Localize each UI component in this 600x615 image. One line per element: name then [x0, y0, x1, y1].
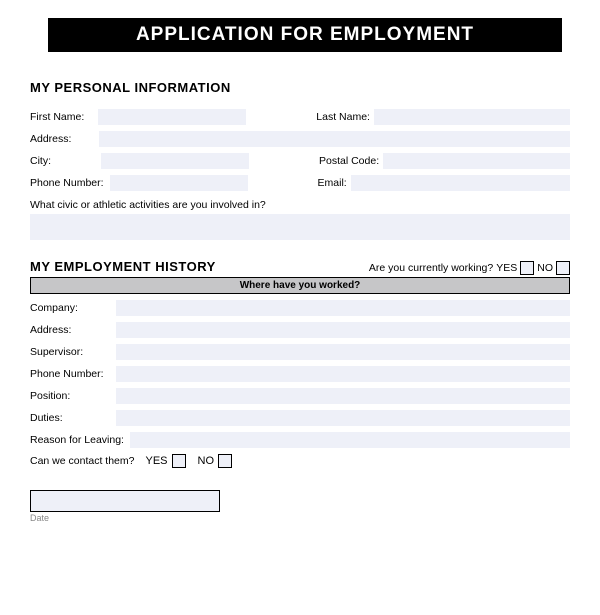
reason-row: Reason for Leaving: [30, 432, 570, 448]
first-name-input[interactable] [98, 109, 246, 125]
date-block: Date [30, 490, 570, 523]
phone-input[interactable] [110, 175, 248, 191]
position-input[interactable] [116, 388, 570, 404]
reason-label: Reason for Leaving: [30, 434, 124, 446]
no-label: NO [537, 262, 553, 274]
date-caption: Date [30, 513, 570, 523]
city-row: City: Postal Code: [30, 153, 570, 169]
contact-row: Can we contact them? YES NO [30, 454, 570, 468]
contact-yes-checkbox[interactable] [172, 454, 186, 468]
address-label: Address: [30, 133, 71, 145]
last-name-input[interactable] [374, 109, 570, 125]
h-address-row: Address: [30, 322, 570, 338]
contact-no-checkbox[interactable] [218, 454, 232, 468]
h-address-input[interactable] [116, 322, 570, 338]
email-input[interactable] [351, 175, 570, 191]
duties-row: Duties: [30, 410, 570, 426]
city-label: City: [30, 155, 51, 167]
activities-input[interactable] [30, 214, 570, 240]
personal-info-heading: MY PERSONAL INFORMATION [30, 80, 570, 95]
name-row: First Name: Last Name: [30, 109, 570, 125]
supervisor-row: Supervisor: [30, 344, 570, 360]
supervisor-input[interactable] [116, 344, 570, 360]
h-phone-row: Phone Number: [30, 366, 570, 382]
address-input[interactable] [99, 131, 570, 147]
company-input[interactable] [116, 300, 570, 316]
phone-label: Phone Number: [30, 177, 104, 189]
currently-working-question: Are you currently working? YES NO [369, 261, 570, 275]
city-input[interactable] [101, 153, 249, 169]
date-input[interactable] [30, 490, 220, 512]
company-label: Company: [30, 302, 112, 314]
history-header-row: MY EMPLOYMENT HISTORY Are you currently … [30, 259, 570, 275]
phone-row: Phone Number: Email: [30, 175, 570, 191]
working-yes-checkbox[interactable] [520, 261, 534, 275]
h-address-label: Address: [30, 324, 112, 336]
contact-yes-label: YES [145, 455, 167, 467]
duties-label: Duties: [30, 412, 112, 424]
supervisor-label: Supervisor: [30, 346, 112, 358]
address-row: Address: [30, 131, 570, 147]
h-phone-label: Phone Number: [30, 368, 112, 380]
history-heading: MY EMPLOYMENT HISTORY [30, 259, 216, 274]
working-no-checkbox[interactable] [556, 261, 570, 275]
yes-label: YES [496, 262, 517, 274]
activities-block: What civic or athletic activities are yo… [30, 199, 570, 243]
contact-q-label: Can we contact them? [30, 455, 134, 467]
contact-no-label: NO [198, 455, 215, 467]
h-phone-input[interactable] [116, 366, 570, 382]
reason-input[interactable] [130, 432, 570, 448]
form-title: APPLICATION FOR EMPLOYMENT [48, 18, 562, 52]
postal-label: Postal Code: [319, 155, 379, 167]
last-name-label: Last Name: [316, 111, 370, 123]
working-q-text: Are you currently working? [369, 262, 493, 274]
company-row: Company: [30, 300, 570, 316]
first-name-label: First Name: [30, 111, 84, 123]
email-label: Email: [318, 177, 347, 189]
postal-input[interactable] [383, 153, 570, 169]
position-row: Position: [30, 388, 570, 404]
position-label: Position: [30, 390, 112, 402]
activities-label: What civic or athletic activities are yo… [30, 199, 266, 211]
duties-input[interactable] [116, 410, 570, 426]
where-worked-banner: Where have you worked? [30, 277, 570, 294]
